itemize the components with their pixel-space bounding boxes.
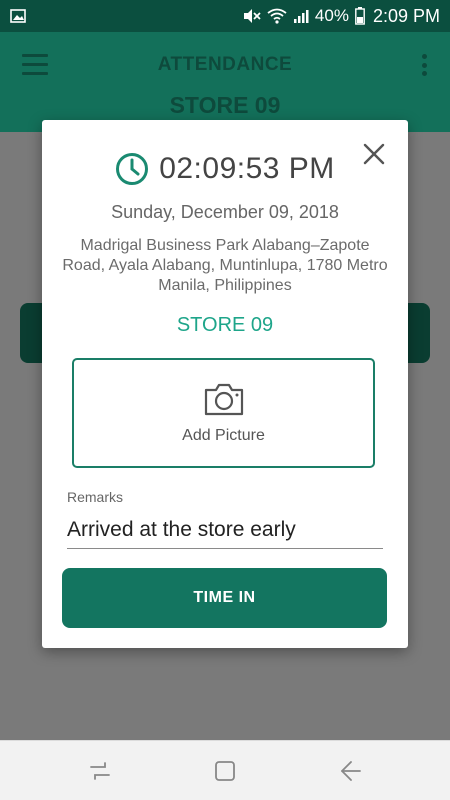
time-in-button[interactable]: TIME IN — [62, 568, 387, 628]
add-picture-label: Add Picture — [182, 427, 265, 444]
remarks-label: Remarks — [67, 489, 124, 505]
battery-icon — [355, 7, 365, 25]
current-time: 02:09:53 PM — [159, 152, 335, 185]
current-date: Sunday, December 09, 2018 — [111, 202, 339, 222]
signal-icon — [293, 10, 309, 23]
back-icon[interactable] — [338, 759, 362, 783]
home-icon[interactable] — [213, 759, 237, 783]
time-row: 02:09:53 PM — [42, 152, 408, 186]
wifi-icon — [267, 8, 287, 24]
status-time: 2:09 PM — [372, 5, 440, 26]
camera-icon — [204, 383, 243, 416]
image-icon — [10, 9, 26, 23]
mute-icon — [243, 9, 261, 23]
app-subtitle: STORE 09 — [169, 92, 281, 118]
status-bar: 40% 2:09 PM — [0, 0, 450, 32]
add-picture-button[interactable]: Add Picture — [72, 358, 375, 468]
time-in-dialog: 02:09:53 PM Sunday, December 09, 2018 Ma… — [42, 120, 408, 648]
location-address: Madrigal Business Park Alabang–Zapote Ro… — [62, 237, 388, 294]
navigation-bar — [0, 740, 450, 800]
app-bar: ATTENDANCE STORE 09 — [0, 32, 450, 132]
battery-percent: 40% — [314, 6, 349, 25]
remarks-input[interactable] — [67, 515, 383, 549]
app-title: ATTENDANCE — [157, 54, 293, 75]
recent-apps-icon[interactable] — [88, 759, 112, 783]
store-name: STORE 09 — [176, 314, 274, 336]
more-vert-icon[interactable] — [422, 54, 428, 76]
clock-icon — [116, 153, 149, 185]
